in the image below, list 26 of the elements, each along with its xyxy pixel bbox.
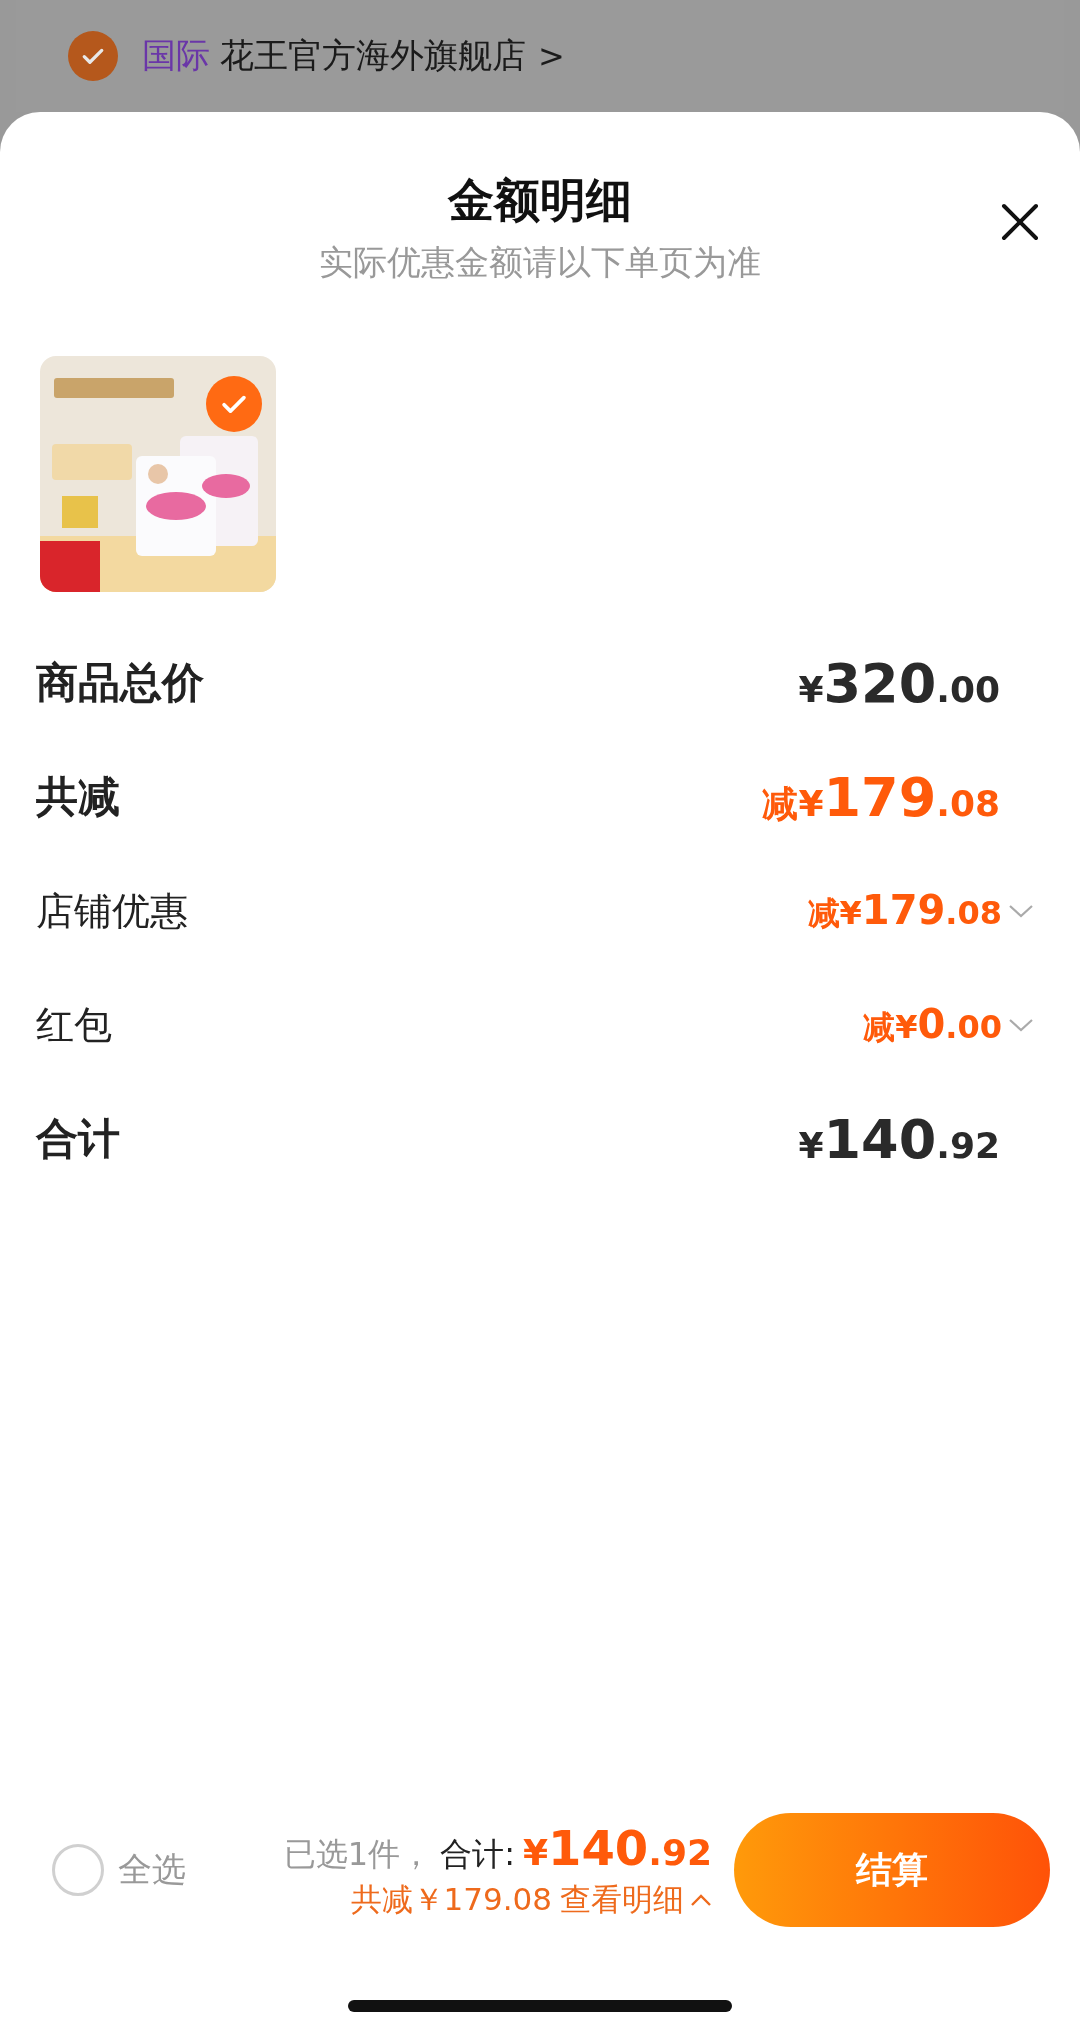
total-label: 合计: [440, 1833, 515, 1875]
checkout-button[interactable]: 结算 [734, 1813, 1050, 1927]
sheet-title: 金额明细 [448, 172, 632, 229]
radio-button[interactable] [52, 1844, 104, 1896]
chevron-icon[interactable] [1008, 903, 1034, 919]
total-amount: ¥140.92 [522, 1819, 712, 1876]
selected-count: 已选1件， [283, 1833, 433, 1875]
amount: 减¥179.08 [807, 886, 1002, 935]
row-label: 红包 [36, 1001, 112, 1049]
saved-amount: 共减￥179.08 [350, 1879, 552, 1919]
amount: 减¥179.08 [762, 765, 1000, 829]
amount: 减¥0.00 [863, 1000, 1002, 1049]
sheet-subtitle: 实际优惠金额请以下单页为准 [319, 241, 761, 284]
details-link[interactable]: 查看明细 [560, 1878, 712, 1921]
checkbox[interactable] [68, 31, 118, 81]
arrow[interactable]: > [538, 37, 565, 75]
amount: ¥140.92 [798, 1107, 1000, 1171]
chevron-icon[interactable] [1008, 1017, 1034, 1033]
store-name[interactable]: 花王官方海外旗舰店 [220, 33, 526, 79]
amount: ¥320.00 [798, 651, 1000, 715]
row-label: 合计 [36, 1113, 120, 1165]
row-label: 店铺优惠 [36, 887, 188, 935]
select-all-label[interactable]: 全选 [118, 1847, 186, 1893]
row-label: 共减 [36, 771, 120, 823]
row-label: 商品总价 [36, 657, 204, 709]
store-tag: 国际 [142, 33, 210, 79]
